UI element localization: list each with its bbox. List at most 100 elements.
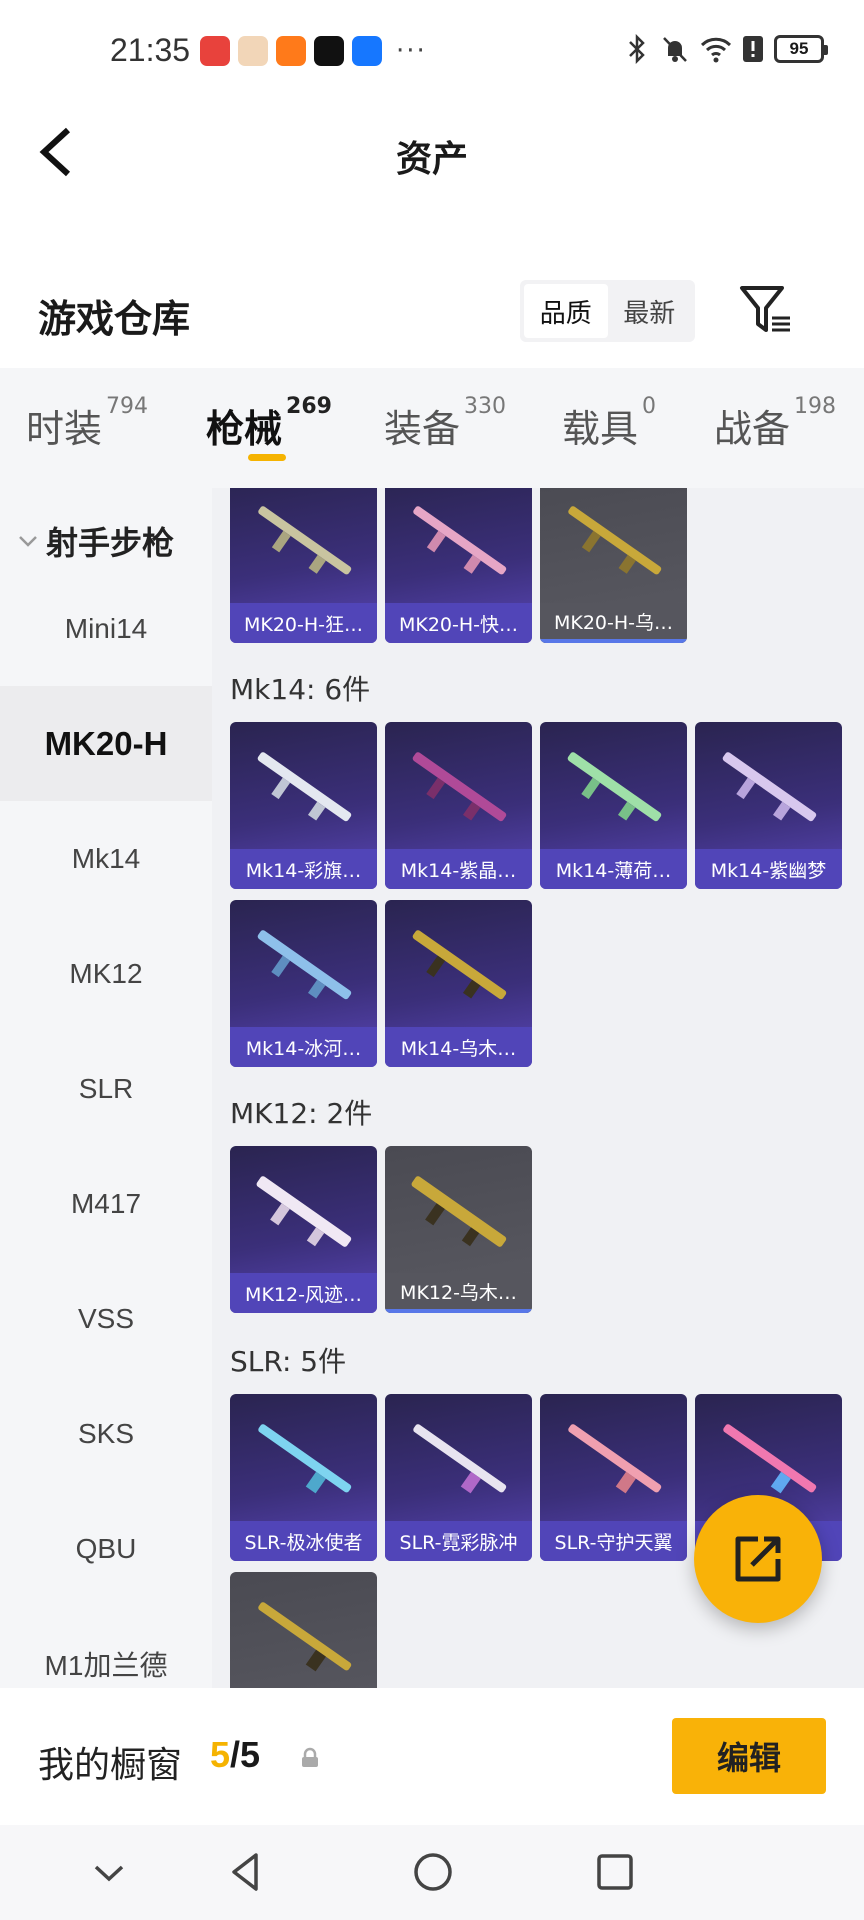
- wifi-icon: [700, 37, 732, 63]
- tab-count: 198: [794, 394, 837, 419]
- huawei-store-icon: [200, 36, 230, 66]
- sidebar-group-marksman[interactable]: 射手步枪: [16, 518, 174, 564]
- weapon-card[interactable]: [230, 1572, 377, 1688]
- nav-back-icon[interactable]: [222, 1847, 272, 1897]
- weapon-card-label: SLR-守护天翼: [540, 1521, 687, 1561]
- filter-icon[interactable]: [738, 282, 794, 338]
- sidebar-item-mk14[interactable]: Mk14: [0, 801, 212, 916]
- sidebar-item-m417[interactable]: M417: [0, 1146, 212, 1261]
- weapon-card-label: Mk14-乌木…: [385, 1027, 532, 1067]
- sidebar-item-m1-garand[interactable]: M1加兰德: [0, 1606, 212, 1688]
- weapon-card[interactable]: MK12-乌木…: [385, 1146, 532, 1313]
- weapon-card[interactable]: Mk14-冰河…: [230, 900, 377, 1067]
- more-notifications-icon: ···: [396, 36, 427, 66]
- weapon-card[interactable]: Mk14-紫晶…: [385, 722, 532, 889]
- tab-equipment[interactable]: 装备330: [384, 394, 506, 453]
- showcase-total: 5: [240, 1734, 261, 1775]
- tab-firearms[interactable]: 枪械269: [206, 394, 332, 453]
- sidebar-item-mk12[interactable]: MK12: [0, 916, 212, 1031]
- section-label-slr: SLR: 5件: [230, 1345, 347, 1378]
- alert-icon: [743, 36, 763, 62]
- weapon-card[interactable]: SLR-霓彩脉冲: [385, 1394, 532, 1561]
- tab-label: 装备: [384, 407, 461, 451]
- rifle-icon: [567, 752, 662, 822]
- tab-label: 载具: [562, 407, 639, 451]
- avatar-app-icon: [238, 36, 268, 66]
- weapon-card[interactable]: Mk14-乌木…: [385, 900, 532, 1067]
- battery-icon: 95: [774, 35, 828, 63]
- status-right: 95: [624, 34, 828, 64]
- weapon-card[interactable]: MK20-H-快…: [385, 488, 532, 643]
- weapon-card-label: Mk14-紫晶…: [385, 849, 532, 889]
- rifle-icon: [258, 1602, 352, 1672]
- weapon-card[interactable]: Mk14-紫幽梦: [695, 722, 842, 889]
- weapon-card-label: MK20-H-快…: [385, 603, 532, 643]
- tab-supplies[interactable]: 战备198: [714, 394, 836, 453]
- section-label-mk14: Mk14: 6件: [230, 673, 371, 706]
- weapon-card-label: SLR-霓彩脉冲: [385, 1521, 532, 1561]
- alipay-icon: [352, 36, 382, 66]
- nav-collapse-icon[interactable]: [84, 1847, 134, 1897]
- share-fab-button[interactable]: [694, 1495, 822, 1623]
- weapon-card-label: MK12-风迹…: [230, 1273, 377, 1313]
- sidebar-item-mk20h[interactable]: MK20-H: [0, 686, 212, 801]
- nav-recents-icon[interactable]: [590, 1847, 640, 1897]
- weapon-card[interactable]: SLR-守护天翼: [540, 1394, 687, 1561]
- sidebar-item-mini14[interactable]: Mini14: [0, 571, 212, 686]
- showcase-label: 我的橱窗: [38, 1745, 183, 1786]
- rifle-icon: [411, 1176, 507, 1247]
- header: 资产: [0, 100, 864, 210]
- page-title: 资产: [395, 139, 468, 180]
- weapon-card[interactable]: MK12-风迹…: [230, 1146, 377, 1313]
- share-icon: [735, 1536, 781, 1582]
- sidebar-item-sks[interactable]: SKS: [0, 1376, 212, 1491]
- tab-label: 时装: [26, 407, 103, 451]
- category-tabs: 时装794 枪械269 装备330 载具0 战备198: [0, 368, 864, 488]
- rifle-icon: [257, 752, 352, 822]
- weapon-card-label: Mk14-冰河…: [230, 1027, 377, 1067]
- weapon-card-label: MK12-乌木…: [385, 1273, 532, 1313]
- warehouse-row: 游戏仓库 品质 最新: [0, 260, 864, 360]
- tiktok-icon: [314, 36, 344, 66]
- tab-count: 330: [464, 394, 507, 419]
- weapon-card-label: Mk14-彩旗…: [230, 849, 377, 889]
- weapon-card-label: Mk14-紫幽梦: [695, 849, 842, 889]
- status-bar: 21:35 ··· 95: [0, 0, 864, 100]
- rifle-icon: [413, 1424, 507, 1494]
- edit-button[interactable]: 编辑: [672, 1718, 826, 1794]
- rifle-icon: [256, 1176, 352, 1247]
- tab-count: 0: [642, 394, 657, 419]
- sort-quality-button[interactable]: 品质: [524, 284, 608, 338]
- warehouse-title: 游戏仓库: [38, 297, 191, 341]
- showcase-current: 5: [210, 1734, 231, 1775]
- rifle-icon: [257, 930, 352, 1000]
- bell-mute-icon: [663, 37, 687, 62]
- sidebar-group-label: 射手步枪: [46, 524, 175, 562]
- weapon-card-label: Mk14-薄荷…: [540, 849, 687, 889]
- lock-icon: [302, 1747, 318, 1767]
- rifle-icon: [412, 930, 507, 1000]
- nav-home-icon[interactable]: [408, 1847, 458, 1897]
- showcase-bar: 我的橱窗 5/5 编辑: [0, 1690, 864, 1825]
- chevron-down-icon: [19, 536, 37, 547]
- tab-fashion[interactable]: 时装794: [26, 394, 148, 453]
- sidebar-item-qbu[interactable]: QBU: [0, 1491, 212, 1606]
- tab-vehicles[interactable]: 载具0: [562, 394, 656, 453]
- weapon-card[interactable]: Mk14-薄荷…: [540, 722, 687, 889]
- tab-label: 战备: [714, 407, 791, 451]
- weapon-card-label: SLR-极冰使者: [230, 1521, 377, 1561]
- weapon-card[interactable]: MK20-H-狂…: [230, 488, 377, 643]
- showcase-separator: /: [230, 1734, 241, 1775]
- sort-latest-button[interactable]: 最新: [608, 284, 692, 338]
- status-app-icons: ···: [200, 36, 427, 66]
- weapon-card[interactable]: SLR-极冰使者: [230, 1394, 377, 1561]
- rifle-icon: [722, 752, 817, 822]
- weapon-card[interactable]: MK20-H-乌…: [540, 488, 687, 643]
- sidebar-item-slr[interactable]: SLR: [0, 1031, 212, 1146]
- active-tab-indicator: [248, 454, 286, 461]
- sidebar-item-vss[interactable]: VSS: [0, 1261, 212, 1376]
- showcase-count: 5/5: [210, 1734, 260, 1776]
- rifle-icon: [258, 1424, 352, 1494]
- taobao-icon: [276, 36, 306, 66]
- weapon-card[interactable]: Mk14-彩旗…: [230, 722, 377, 889]
